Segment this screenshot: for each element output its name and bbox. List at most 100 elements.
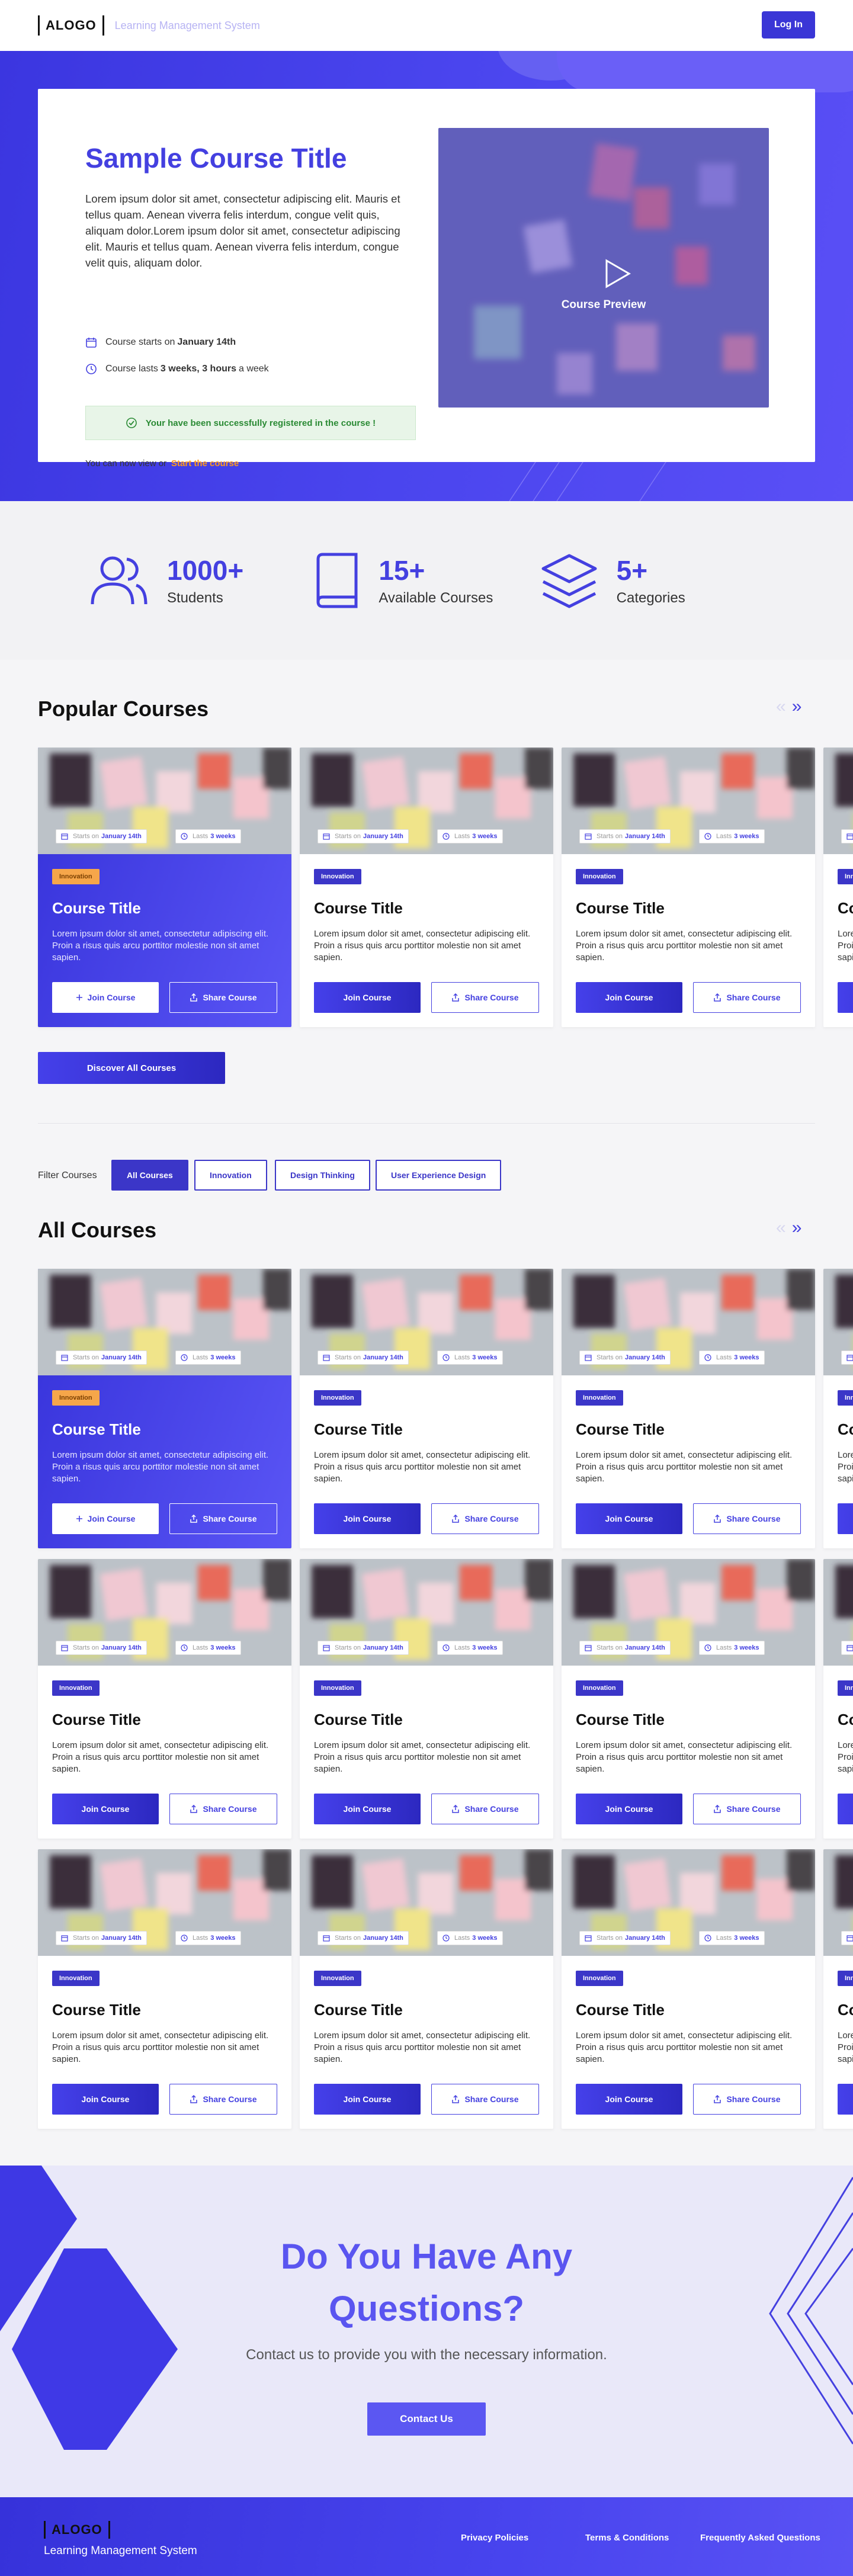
stat-text: 1000+ Students <box>167 554 243 607</box>
share-course-button[interactable]: Share Course <box>693 2084 801 2115</box>
preview-image <box>438 128 769 408</box>
logo[interactable]: ALOGO <box>38 15 104 36</box>
share-icon <box>714 2095 721 2103</box>
pill-label: Lasts <box>716 1644 732 1651</box>
join-course-button[interactable]: Join Course <box>52 1503 159 1534</box>
share-course-button[interactable]: Share Course <box>169 1794 277 1824</box>
join-course-button[interactable]: Join Course <box>838 2084 853 2115</box>
share-icon <box>714 993 721 1002</box>
chevron-right-icon[interactable]: » <box>792 697 808 716</box>
share-course-button[interactable]: Share Course <box>693 1794 801 1824</box>
course-card[interactable]: Starts onJanuary 14thLasts3 weeksInnovat… <box>38 1849 291 2129</box>
course-card[interactable]: Starts onJanuary 14thLasts3 weeksInnovat… <box>562 1559 815 1839</box>
filter-ux-design[interactable]: User Experience Design <box>376 1160 502 1191</box>
share-course-button[interactable]: Share Course <box>169 2084 277 2115</box>
join-label: Join Course <box>605 1804 653 1814</box>
join-course-button[interactable]: Join Course <box>52 2084 159 2115</box>
card-title: Course Title <box>314 2001 403 2019</box>
pill-label: Starts on <box>335 1354 361 1361</box>
card-description: Lorem ipsum dolor sit amet, consectetur … <box>838 929 853 963</box>
duration-pill: Lasts 3 weeks <box>699 1931 765 1945</box>
card-description: Lorem ipsum dolor sit amet, consectetur … <box>314 929 531 963</box>
start-date: January 14th <box>177 337 236 347</box>
course-card[interactable]: Starts onJanuary 14thLasts3 weeksInnovat… <box>823 1559 853 1839</box>
share-course-button[interactable]: Share Course <box>431 982 539 1013</box>
course-card[interactable]: Starts onJanuary 14thLasts3 weeksInnovat… <box>562 1269 815 1548</box>
pill-value: 3 weeks <box>472 833 498 840</box>
share-course-button[interactable]: Share Course <box>169 1503 277 1534</box>
share-course-button[interactable]: Share Course <box>693 1503 801 1534</box>
stat-courses: 15+ Available Courses <box>313 552 539 609</box>
course-card[interactable]: Starts onJanuary 14thLasts3 weeksInnovat… <box>823 748 853 1027</box>
course-card[interactable]: Starts onJanuary 14thLasts3 weeksInnovat… <box>300 748 553 1027</box>
play-icon[interactable] <box>604 258 631 289</box>
join-course-button[interactable]: Join Course <box>314 2084 421 2115</box>
join-course-button[interactable]: Join Course <box>838 1503 853 1534</box>
category-badge: Innovation <box>52 869 100 884</box>
join-course-button[interactable]: Join Course <box>576 1794 682 1824</box>
course-card[interactable]: Starts onJanuary 14thLasts3 weeksInnovat… <box>38 1269 291 1548</box>
footer-link-privacy[interactable]: Privacy Policies <box>461 2533 528 2543</box>
card-title: Course Title <box>52 2001 141 2019</box>
share-course-button[interactable]: Share Course <box>169 982 277 1013</box>
course-card[interactable]: Starts onJanuary 14thLasts3 weeksInnovat… <box>823 1849 853 2129</box>
course-card[interactable]: Starts onJanuary 14thLasts3 weeksInnovat… <box>823 1269 853 1548</box>
join-course-button[interactable]: Join Course <box>576 982 682 1013</box>
share-icon <box>190 1805 198 1813</box>
chevron-right-icon[interactable]: » <box>792 1218 808 1237</box>
join-course-button[interactable]: Join Course <box>314 982 421 1013</box>
join-course-button[interactable]: Join Course <box>52 982 159 1013</box>
join-course-button[interactable]: Join Course <box>838 1794 853 1824</box>
clock-icon <box>704 1644 711 1651</box>
card-description: Lorem ipsum dolor sit amet, consectetur … <box>576 1450 793 1484</box>
chevron-left-icon[interactable]: « <box>776 1218 792 1237</box>
calendar-icon <box>323 1355 330 1361</box>
discover-all-button[interactable]: Discover All Courses <box>38 1052 225 1084</box>
share-label: Share Course <box>464 1804 519 1814</box>
footer-logo[interactable]: ALOGO <box>44 2521 110 2539</box>
footer-link-faq[interactable]: Frequently Asked Questions <box>700 2533 820 2543</box>
share-course-button[interactable]: Share Course <box>431 1794 539 1824</box>
join-course-button[interactable]: Join Course <box>314 1794 421 1824</box>
join-course-button[interactable]: Join Course <box>314 1503 421 1534</box>
join-course-button[interactable]: Join Course <box>576 2084 682 2115</box>
join-course-button[interactable]: Join Course <box>576 1503 682 1534</box>
filter-innovation[interactable]: Innovation <box>194 1160 267 1191</box>
course-card[interactable]: Starts onJanuary 14thLasts3 weeksInnovat… <box>38 1559 291 1839</box>
course-card[interactable]: Starts onJanuary 14thLasts3 weeksInnovat… <box>562 1849 815 2129</box>
start-course-link[interactable]: Start the course <box>171 458 239 469</box>
stat-label: Categories <box>616 590 685 606</box>
start-date-pill: Starts onJanuary 14th <box>318 1641 409 1655</box>
duration-pill: Lasts 3 weeks <box>175 1931 241 1945</box>
course-preview-video[interactable]: Course Preview <box>438 128 769 408</box>
contact-us-button[interactable]: Contact Us <box>367 2402 486 2436</box>
category-badge: Innovation <box>576 1971 623 1986</box>
pill-value: January 14th <box>101 1935 142 1942</box>
course-card[interactable]: Starts onJanuary 14thLasts3 weeksInnovat… <box>300 1559 553 1839</box>
pill-value: 3 weeks <box>472 1354 498 1361</box>
category-badge: Innovation <box>314 1971 361 1986</box>
calendar-icon <box>846 1645 853 1651</box>
pill-label: Lasts <box>193 833 209 840</box>
login-button[interactable]: Log In <box>762 11 815 39</box>
share-course-button[interactable]: Share Course <box>431 2084 539 2115</box>
join-course-button[interactable]: Join Course <box>52 1794 159 1824</box>
course-card[interactable]: Starts onJanuary 14thLasts3 weeksInnovat… <box>562 748 815 1027</box>
course-card[interactable]: Starts onJanuary 14thLasts3 weeksInnovat… <box>300 1269 553 1548</box>
start-date-pill: Starts onJanuary 14th <box>56 829 147 843</box>
course-card[interactable]: Starts onJanuary 14thLasts3 weeksInnovat… <box>300 1849 553 2129</box>
share-course-button[interactable]: Share Course <box>693 982 801 1013</box>
filter-design-thinking[interactable]: Design Thinking <box>275 1160 370 1191</box>
course-card[interactable]: Starts onJanuary 14thLasts3 weeksInnovat… <box>38 748 291 1027</box>
pill-value: 3 weeks <box>734 1644 759 1651</box>
logo-bar-right <box>102 15 104 36</box>
chevron-left-icon[interactable]: « <box>776 697 792 716</box>
filter-all-courses[interactable]: All Courses <box>111 1160 188 1191</box>
course-title: Sample Course Title <box>85 143 347 174</box>
footer-link-terms[interactable]: Terms & Conditions <box>585 2533 669 2543</box>
clock-icon <box>181 833 188 840</box>
pill-label: Starts on <box>73 1935 100 1942</box>
book-icon <box>316 553 358 608</box>
join-course-button[interactable]: Join Course <box>838 982 853 1013</box>
share-course-button[interactable]: Share Course <box>431 1503 539 1534</box>
